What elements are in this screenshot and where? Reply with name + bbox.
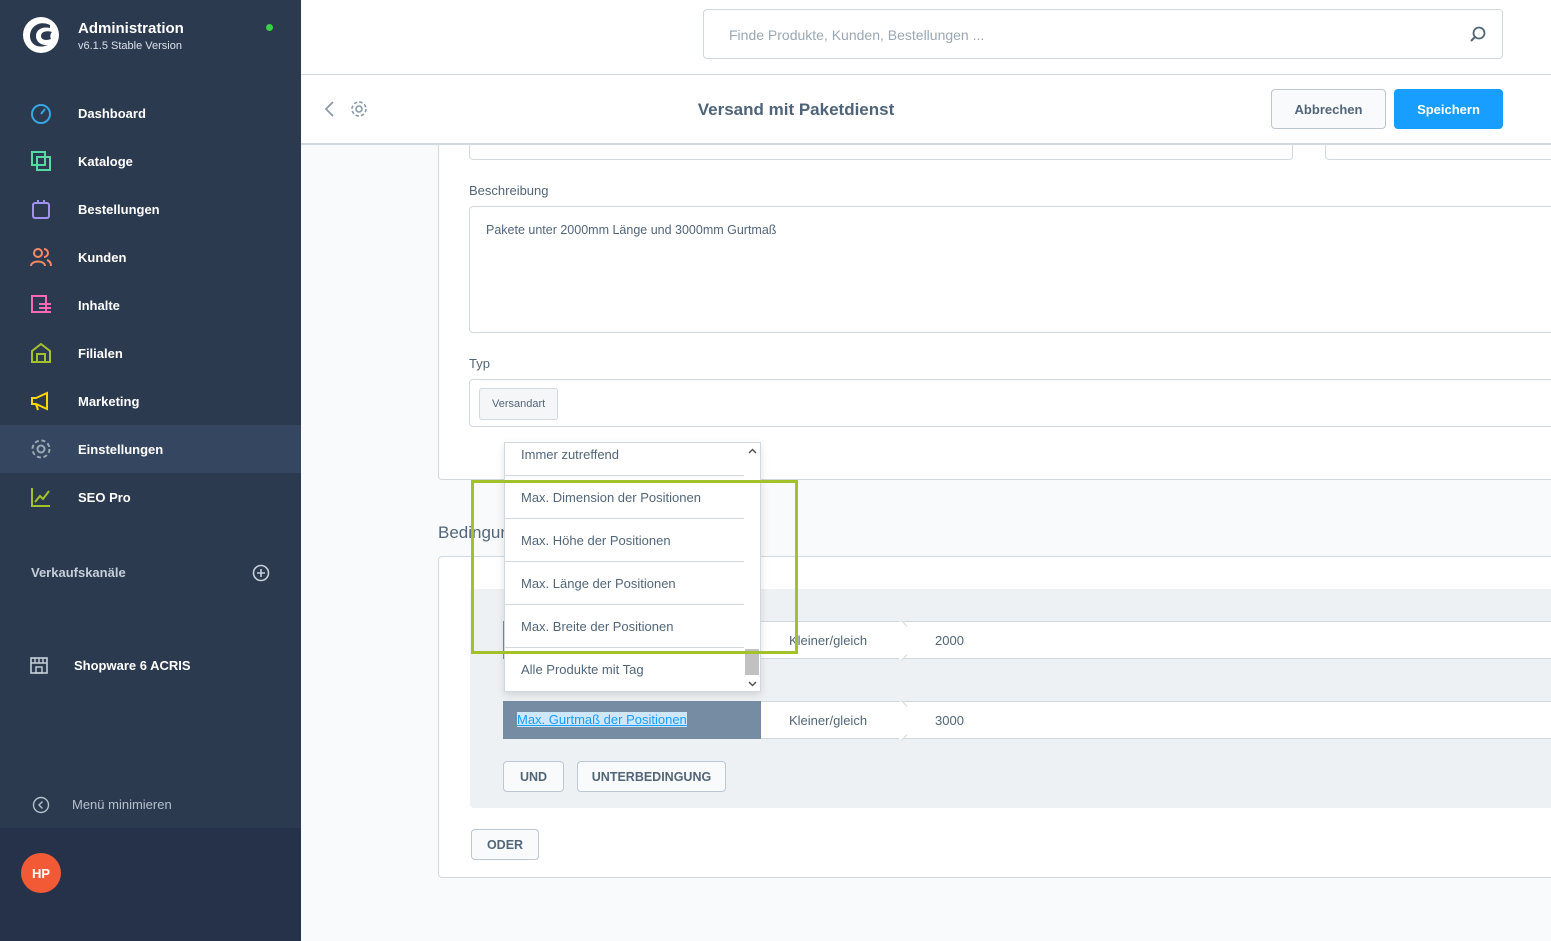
search-placeholder: Finde Produkte, Kunden, Bestellungen ... [729,27,985,43]
orders-icon [32,200,50,219]
status-online-indicator [266,24,273,31]
shopware-logo-icon[interactable] [22,16,60,54]
dropdown-option[interactable]: Immer zutreffend [505,443,744,476]
app-version: v6.1.5 Stable Version [78,40,182,52]
chevron-left-circle-icon [32,796,50,814]
sidebar-item-label: Kataloge [78,153,133,169]
condition-value-input[interactable]: 2000 [907,621,1551,659]
description-textarea[interactable]: Pakete unter 2000mm Länge und 3000mm Gur… [469,206,1551,333]
sidebar-item-dashboard[interactable]: Dashboard [0,89,301,137]
sidebar-item-label: Einstellungen [78,441,164,457]
type-label: Typ [469,356,490,371]
top-bar: Finde Produkte, Kunden, Bestellungen ... [301,0,1551,75]
page-title: Versand mit Paketdienst [697,100,895,119]
minimize-menu-label: Menü minimieren [72,797,172,812]
sidebar-item-label: Dashboard [78,105,146,121]
store-icon [31,342,51,363]
sales-channel-label: Shopware 6 ACRIS [74,658,191,673]
condition-value: 2000 [935,633,964,648]
sidebar-item-kunden[interactable]: Kunden [0,233,301,281]
scroll-up-arrow-icon[interactable] [748,447,757,456]
avatar[interactable]: HP [21,853,61,893]
sidebar-item-label: Marketing [78,393,140,409]
condition-row: Max. Gurtmaß der Positionen Kleiner/glei… [503,701,1551,741]
highlight-annotation-box [471,480,798,654]
condition-operator-select[interactable]: Kleiner/gleich [761,701,907,739]
sidebar-item-label: Inhalte [78,297,120,313]
condition-field-value: Max. Gurtmaß der Positionen [517,712,687,727]
sidebar-item-bestellungen[interactable]: Bestellungen [0,185,301,233]
sidebar: Administration v6.1.5 Stable Version Das… [0,0,301,941]
sidebar-item-inhalte[interactable]: Inhalte [0,281,301,329]
sidebar-item-seo-pro[interactable]: SEO Pro [0,473,301,521]
sidebar-item-kataloge[interactable]: Kataloge [0,137,301,185]
save-button[interactable]: Speichern [1394,89,1503,129]
and-button[interactable]: UND [503,761,564,792]
sidebar-item-label: Filialen [78,345,123,361]
sidebar-item-marketing[interactable]: Marketing [0,377,301,425]
marketing-icon [31,391,48,411]
condition-operator: Kleiner/gleich [789,633,868,648]
sidebar-item-label: Bestellungen [78,201,160,217]
app-title: Administration [78,20,184,37]
storefront-icon [30,657,48,674]
sidebar-item-label: SEO Pro [78,489,131,505]
scroll-down-arrow-icon[interactable] [748,679,757,688]
content-icon [31,295,51,313]
sidebar-item-einstellungen[interactable]: Einstellungen [0,425,301,473]
type-select[interactable]: Versandart [469,379,1551,427]
sidebar-item-label: Kunden [78,249,127,265]
subcondition-button[interactable]: UNTERBEDINGUNG [577,761,726,792]
smart-bar: Versand mit Paketdienst Abbrechen Speich… [301,75,1551,145]
name-field[interactable] [469,145,1293,160]
or-button[interactable]: ODER [471,829,539,860]
description-value: Pakete unter 2000mm Länge und 3000mm Gur… [486,223,777,237]
sidebar-item-filialen[interactable]: Filialen [0,329,301,377]
sales-channels-heading: Verkaufskanäle [31,565,126,580]
catalog-icon [31,151,51,171]
minimize-menu-button[interactable]: Menü minimieren [0,788,301,820]
dropdown-option-label: Alle Produkte mit Tag [521,662,644,677]
condition-operator: Kleiner/gleich [789,713,868,728]
settings-icon [31,439,51,459]
sidebar-item-sales-channel[interactable]: Shopware 6 ACRIS [0,641,301,689]
condition-field-select[interactable]: Max. Gurtmaß der Positionen [503,701,771,739]
customers-icon [30,248,52,267]
type-tag[interactable]: Versandart [479,388,559,420]
seo-icon [31,488,50,507]
cancel-button[interactable]: Abbrechen [1271,89,1386,129]
dashboard-icon [31,104,51,124]
user-area: HP [0,828,301,941]
search-icon[interactable] [1468,25,1488,45]
condition-value-input[interactable]: 3000 [907,701,1551,739]
dropdown-option-label: Immer zutreffend [521,447,620,462]
priority-field[interactable] [1325,145,1551,160]
condition-value: 3000 [935,713,964,728]
description-label: Beschreibung [469,183,549,198]
add-sales-channel-icon[interactable] [252,564,270,582]
dropdown-option[interactable]: Alle Produkte mit Tag [505,648,744,691]
search-input[interactable]: Finde Produkte, Kunden, Bestellungen ... [703,9,1503,59]
